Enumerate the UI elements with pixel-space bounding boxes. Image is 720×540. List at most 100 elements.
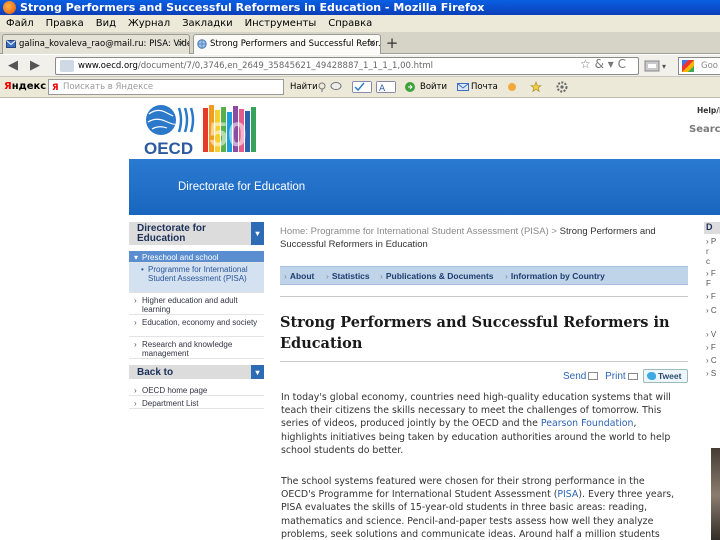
- pearson-foundation-link[interactable]: Pearson Foundation: [541, 418, 634, 429]
- menu-view[interactable]: Вид: [96, 18, 116, 29]
- tab-oecd[interactable]: Strong Performers and Successful Refor..…: [193, 34, 381, 54]
- window-title-bar: Strong Performers and Successful Reforme…: [0, 0, 720, 15]
- checkmark-icon[interactable]: [352, 81, 372, 93]
- bullet-icon: ›: [134, 296, 137, 305]
- leftnav-item-preschool[interactable]: ▾ Preschool and school: [129, 251, 264, 263]
- speech-bubble-icon[interactable]: [330, 81, 342, 93]
- right-column-line[interactable]: › C: [706, 306, 717, 315]
- right-column-line[interactable]: r: [706, 247, 709, 256]
- yandex-search-icon: Я: [52, 83, 59, 93]
- weather-icon[interactable]: [506, 81, 518, 93]
- leftnav-item-department-list[interactable]: › Department List: [129, 397, 264, 409]
- tab-mail[interactable]: galina_kovaleva_rao@mail.ru: PISA: Vide.…: [2, 34, 190, 54]
- page-tabs: › About › Statistics › Publications & Docum…: [280, 266, 688, 285]
- svg-text:OECD: OECD: [144, 139, 193, 158]
- menu-history[interactable]: Журнал: [128, 18, 170, 29]
- oecd-50-logo[interactable]: OECD 50: [143, 102, 261, 158]
- page-icon[interactable]: ▾: [643, 58, 671, 74]
- tab-information-by-country[interactable]: › Information by Country: [505, 271, 605, 281]
- tweet-label: Tweet: [658, 371, 682, 381]
- leftnav-item-economy-society[interactable]: › Education, economy and society: [129, 316, 264, 337]
- right-column-line[interactable]: › F: [706, 269, 716, 278]
- page-title: Strong Performers and Successful Reforme…: [280, 314, 670, 352]
- yandex-logo[interactable]: Яндекс: [4, 81, 46, 92]
- twitter-bird-icon: [647, 372, 656, 380]
- right-column-line[interactable]: › P: [706, 237, 716, 246]
- tab-about[interactable]: › About: [284, 271, 314, 281]
- page-left-margin: [0, 98, 128, 540]
- nav-extra-icons[interactable]: ▾: [643, 58, 671, 74]
- yandex-toolbar: Яндекс Я Поискать в Яндексе Найти A Войт…: [0, 77, 720, 98]
- right-column-line[interactable]: › F: [706, 292, 716, 301]
- right-column-line[interactable]: c: [706, 257, 710, 266]
- svg-text:A: A: [379, 84, 386, 93]
- mail-icon[interactable]: [457, 81, 469, 93]
- forward-button[interactable]: ▶: [30, 58, 40, 74]
- bullet-icon: ›: [134, 399, 137, 408]
- url-host: www.oecd.org: [78, 61, 138, 71]
- leftnav-item-oecd-home[interactable]: › OECD home page: [129, 384, 264, 396]
- chevron-down-icon[interactable]: ▾: [251, 365, 264, 379]
- translate-icon[interactable]: A: [376, 81, 396, 93]
- site-search-label[interactable]: Search: [689, 124, 720, 135]
- tweet-button[interactable]: Tweet: [643, 369, 688, 383]
- yandex-mail-button[interactable]: Почта: [471, 82, 498, 92]
- breadcrumb-separator: >: [551, 226, 557, 237]
- google-icon: [682, 60, 694, 72]
- yandex-login-button[interactable]: Войти: [420, 82, 447, 92]
- leftnav-item-pisa[interactable]: • Programme for International Student Ass…: [129, 263, 264, 293]
- tab-publications[interactable]: › Publications & Documents: [380, 271, 494, 281]
- help-link[interactable]: Help/F: [697, 106, 720, 115]
- back-button[interactable]: ◀: [8, 58, 18, 74]
- new-tab-button[interactable]: +: [382, 35, 402, 53]
- menu-tools[interactable]: Инструменты: [245, 18, 317, 29]
- site-identity-icon[interactable]: [60, 60, 74, 72]
- print-link[interactable]: Print: [605, 371, 626, 382]
- close-icon[interactable]: ×: [368, 35, 376, 53]
- mail-favicon-icon: [6, 40, 16, 48]
- right-column-line[interactable]: › V: [706, 330, 716, 339]
- url-path: /document/7/0,3746,en_2649_35845621_4942…: [137, 61, 433, 71]
- yandex-find-button[interactable]: Найти: [290, 82, 318, 92]
- svg-text:50: 50: [209, 116, 247, 154]
- printer-icon[interactable]: [627, 373, 638, 380]
- menu-file[interactable]: Файл: [6, 18, 34, 29]
- right-column-line[interactable]: F: [706, 279, 711, 288]
- bullet-icon: ›: [134, 340, 137, 349]
- microphone-icon[interactable]: [316, 81, 328, 93]
- leftnav-item-research[interactable]: › Research and knowledge management: [129, 338, 264, 359]
- bookmark-star-icon[interactable]: [530, 81, 542, 93]
- send-link[interactable]: Send: [563, 371, 586, 382]
- url-bar-icons[interactable]: ☆ & ▾ C: [580, 57, 626, 71]
- yandex-search-input[interactable]: Я Поискать в Яндексе: [48, 79, 284, 95]
- settings-gear-icon[interactable]: [556, 81, 568, 93]
- divider: [280, 361, 688, 362]
- right-column-line[interactable]: › F: [706, 343, 716, 352]
- firefox-icon: [3, 1, 16, 14]
- video-thumbnail[interactable]: [711, 448, 720, 540]
- envelope-icon[interactable]: [588, 372, 599, 380]
- tab-statistics[interactable]: › Statistics: [326, 271, 370, 281]
- leftnav-section-back[interactable]: Back to ▾: [129, 365, 264, 380]
- chevron-down-icon[interactable]: ▾: [251, 222, 264, 245]
- right-column-line[interactable]: › S: [706, 369, 716, 378]
- leftnav-item-higher-education[interactable]: › Higher education and adult learning: [129, 294, 264, 315]
- yandex-search-placeholder: Поискать в Яндексе: [63, 82, 154, 92]
- menu-bookmarks[interactable]: Закладки: [182, 18, 233, 29]
- login-icon[interactable]: [404, 81, 416, 93]
- close-icon[interactable]: ×: [177, 35, 185, 53]
- leftnav-section-directorate[interactable]: Directorate for Education ▾: [129, 222, 264, 246]
- globe-favicon-icon: [197, 39, 207, 49]
- url-bar[interactable]: www.oecd.org/document/7/0,3746,en_2649_3…: [55, 57, 639, 75]
- right-column-line[interactable]: › C: [706, 356, 717, 365]
- navigation-bar: ◀ ▶ www.oecd.org/document/7/0,3746,en_26…: [0, 55, 720, 77]
- leftnav-section-title: Directorate for Education: [137, 223, 206, 244]
- pisa-link[interactable]: PISA: [557, 489, 578, 500]
- bullet-icon: •: [141, 265, 144, 274]
- breadcrumb: Home: Programme for International Studen…: [280, 225, 690, 251]
- menu-help[interactable]: Справка: [328, 18, 372, 29]
- menu-edit[interactable]: Правка: [46, 18, 84, 29]
- web-search-input[interactable]: Goo: [678, 57, 720, 75]
- tab-bar: galina_kovaleva_rao@mail.ru: PISA: Vide.…: [0, 32, 720, 54]
- breadcrumb-link[interactable]: Home: Programme for International Studen…: [280, 226, 549, 237]
